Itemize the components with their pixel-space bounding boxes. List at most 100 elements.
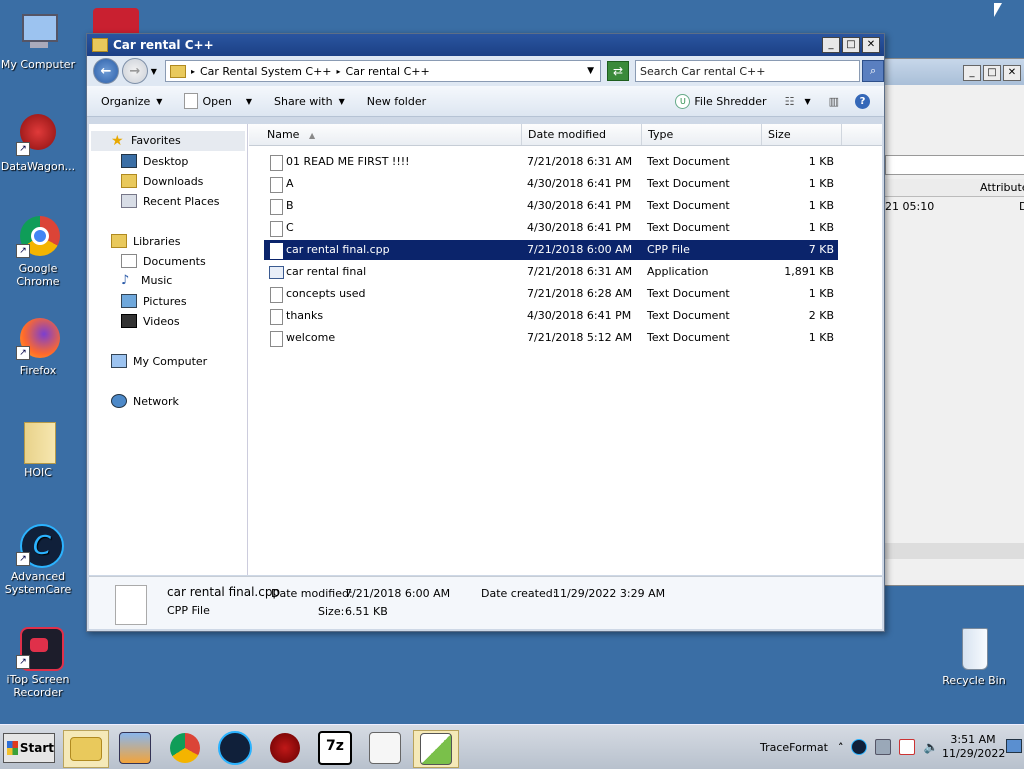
desktop-icon-my-computer[interactable]: My Computer <box>0 10 76 71</box>
nav-item-network[interactable]: Network <box>111 394 179 408</box>
search-input[interactable]: Search Car rental C++ <box>635 60 861 82</box>
file-list[interactable]: Name ▲ Date modified Type Size 01 READ M… <box>249 124 882 575</box>
desktop-icon-google-chrome[interactable]: ↗ Google Chrome <box>0 214 76 288</box>
background-window[interactable]: _ □ ✕ Attributes 21 05:10 D <box>884 58 1024 586</box>
systemcare-tray-icon[interactable] <box>851 739 868 755</box>
background-window-input[interactable] <box>885 155 1024 175</box>
nav-item-music[interactable]: ♪ Music <box>121 274 173 288</box>
file-row[interactable]: 01 READ ME FIRST !!!! 7/21/2018 6:31 AM … <box>264 152 838 172</box>
nav-item-recent-places[interactable]: Recent Places <box>121 194 220 208</box>
taskbar-app-chart[interactable] <box>413 730 459 768</box>
shortcut-arrow-icon: ↗ <box>16 244 30 258</box>
navigation-pane[interactable]: ★ Favorites Desktop Downloads Recent Pla… <box>89 124 248 575</box>
taskbar-app-notepad[interactable] <box>363 730 407 766</box>
minimize-button[interactable]: _ <box>963 65 981 81</box>
minimize-button[interactable]: _ <box>822 37 840 53</box>
nav-item-my-computer[interactable]: My Computer <box>111 354 207 368</box>
forward-button[interactable]: → <box>121 58 148 84</box>
taskbar-app-file-explorer[interactable] <box>63 730 109 768</box>
file-row[interactable]: C 4/30/2018 6:41 PM Text Document 1 KB <box>264 218 838 238</box>
new-folder-button[interactable]: New folder <box>367 95 426 108</box>
breadcrumb-item[interactable]: Car rental C++ <box>346 65 430 78</box>
nav-item-desktop[interactable]: Desktop <box>121 154 188 168</box>
desktop-icon-recycle-bin[interactable]: Recycle Bin <box>936 626 1012 687</box>
partial-desktop-icon <box>93 8 139 34</box>
organize-button[interactable]: Organize ▼ <box>101 95 162 108</box>
help-icon[interactable]: ? <box>855 93 870 109</box>
change-view-icon[interactable]: ☷ <box>785 95 795 108</box>
chrome-icon <box>170 733 200 763</box>
column-header-date-modified[interactable]: Date modified <box>522 124 642 145</box>
start-button[interactable]: Start <box>3 733 55 763</box>
file-row[interactable]: concepts used 7/21/2018 6:28 AM Text Doc… <box>264 284 838 304</box>
desktop-icon-advanced-systemcare[interactable]: C ↗ Advanced SystemCare <box>0 522 76 596</box>
preview-pane-icon[interactable]: ▥ <box>829 95 839 108</box>
maximize-button[interactable]: □ <box>983 65 1001 81</box>
share-with-button[interactable]: Share with ▼ <box>274 95 345 108</box>
file-row-selected[interactable]: car rental final.cpp 7/21/2018 6:00 AM C… <box>264 240 838 260</box>
search-icon[interactable]: ⌕ <box>862 60 884 82</box>
show-desktop-button[interactable] <box>1006 739 1022 753</box>
background-window-scrollbar[interactable] <box>885 543 1024 559</box>
chevron-right-icon[interactable]: ▸ <box>337 67 341 76</box>
back-button[interactable]: ← <box>93 58 119 84</box>
attributes-column-header[interactable]: Attributes <box>980 181 1024 194</box>
volume-tray-icon[interactable]: 🔈 <box>923 740 938 754</box>
clock[interactable]: 3:51 AM 11/29/2022 <box>942 733 1005 761</box>
breadcrumb-item[interactable]: Car Rental System C++ <box>200 65 332 78</box>
nav-label: Music <box>141 274 173 287</box>
organize-label: Organize <box>101 94 151 108</box>
explorer-window[interactable]: Car rental C++ _ □ ✕ ← → ▼ ▸ Car Rental … <box>86 33 885 632</box>
libraries-icon <box>111 234 127 248</box>
close-button[interactable]: ✕ <box>1003 65 1021 81</box>
background-window-controls: _ □ ✕ <box>963 65 1021 81</box>
column-header-name[interactable]: Name ▲ <box>261 124 522 145</box>
address-bar[interactable]: ▸ Car Rental System C++ ▸ Car rental C++… <box>164 60 602 82</box>
file-type: Text Document <box>647 331 730 344</box>
file-row[interactable]: A 4/30/2018 6:41 PM Text Document 1 KB <box>264 174 838 194</box>
nav-item-documents[interactable]: Documents <box>121 254 206 268</box>
column-label: Type <box>648 128 674 141</box>
tray-toolbar-label[interactable]: TraceFormat <box>760 741 828 754</box>
column-header-size[interactable]: Size <box>762 124 842 145</box>
desktop-icon-firefox[interactable]: ↗ Firefox <box>0 316 76 377</box>
file-shredder-button[interactable]: U File Shredder <box>675 93 767 109</box>
file-type: Application <box>647 265 709 278</box>
open-button[interactable]: Open ▼ <box>184 93 252 109</box>
chevron-down-icon[interactable]: ▼ <box>246 97 252 106</box>
chevron-down-icon[interactable]: ▼ <box>587 66 594 76</box>
nav-item-downloads[interactable]: Downloads <box>121 174 203 188</box>
file-row[interactable]: thanks 4/30/2018 6:41 PM Text Document 2… <box>264 306 838 326</box>
network-tray-icon[interactable] <box>875 739 892 755</box>
nav-item-videos[interactable]: Videos <box>121 314 180 328</box>
column-header-type[interactable]: Type <box>642 124 762 145</box>
file-icon <box>184 93 199 109</box>
show-hidden-icons-icon[interactable]: ˄ <box>838 741 844 754</box>
taskbar-app-media-player[interactable] <box>113 730 157 766</box>
close-button[interactable]: ✕ <box>862 37 880 53</box>
desktop-icon-datawagon[interactable]: ↗ DataWagon... <box>0 112 76 173</box>
file-row[interactable]: welcome 7/21/2018 5:12 AM Text Document … <box>264 328 838 348</box>
nav-item-libraries[interactable]: Libraries <box>111 234 181 248</box>
title-bar[interactable]: Car rental C++ _ □ ✕ <box>87 34 884 56</box>
desktop-icon-hoic[interactable]: HOIC <box>0 418 76 479</box>
file-size: 1 KB <box>808 155 834 168</box>
maximize-button[interactable]: □ <box>842 37 860 53</box>
file-row[interactable]: B 4/30/2018 6:41 PM Text Document 1 KB <box>264 196 838 216</box>
nav-item-pictures[interactable]: Pictures <box>121 294 187 308</box>
taskbar-app-advanced-systemcare[interactable] <box>213 730 257 766</box>
file-row[interactable]: car rental final 7/21/2018 6:31 AM Appli… <box>264 262 838 282</box>
chevron-right-icon[interactable]: ▸ <box>191 67 195 76</box>
taskbar-app-hoic[interactable] <box>263 730 307 766</box>
desktop-icon-itop-screen-recorder[interactable]: ↗ iTop Screen Recorder <box>0 625 76 699</box>
taskbar-app-7zip[interactable]: 7z <box>313 730 357 766</box>
file-date: 7/21/2018 6:28 AM <box>527 287 633 300</box>
command-bar: Organize ▼ Open ▼ Share with ▼ New folde… <box>87 86 884 117</box>
chevron-down-icon[interactable]: ▼ <box>804 97 810 106</box>
history-dropdown-icon[interactable]: ▼ <box>151 67 157 76</box>
file-size: 7 KB <box>808 243 834 256</box>
taskbar-app-chrome[interactable] <box>163 730 207 766</box>
refresh-button[interactable]: ⇄ <box>607 61 630 81</box>
nav-item-favorites[interactable]: ★ Favorites <box>111 134 181 148</box>
action-center-tray-icon[interactable] <box>899 739 916 755</box>
